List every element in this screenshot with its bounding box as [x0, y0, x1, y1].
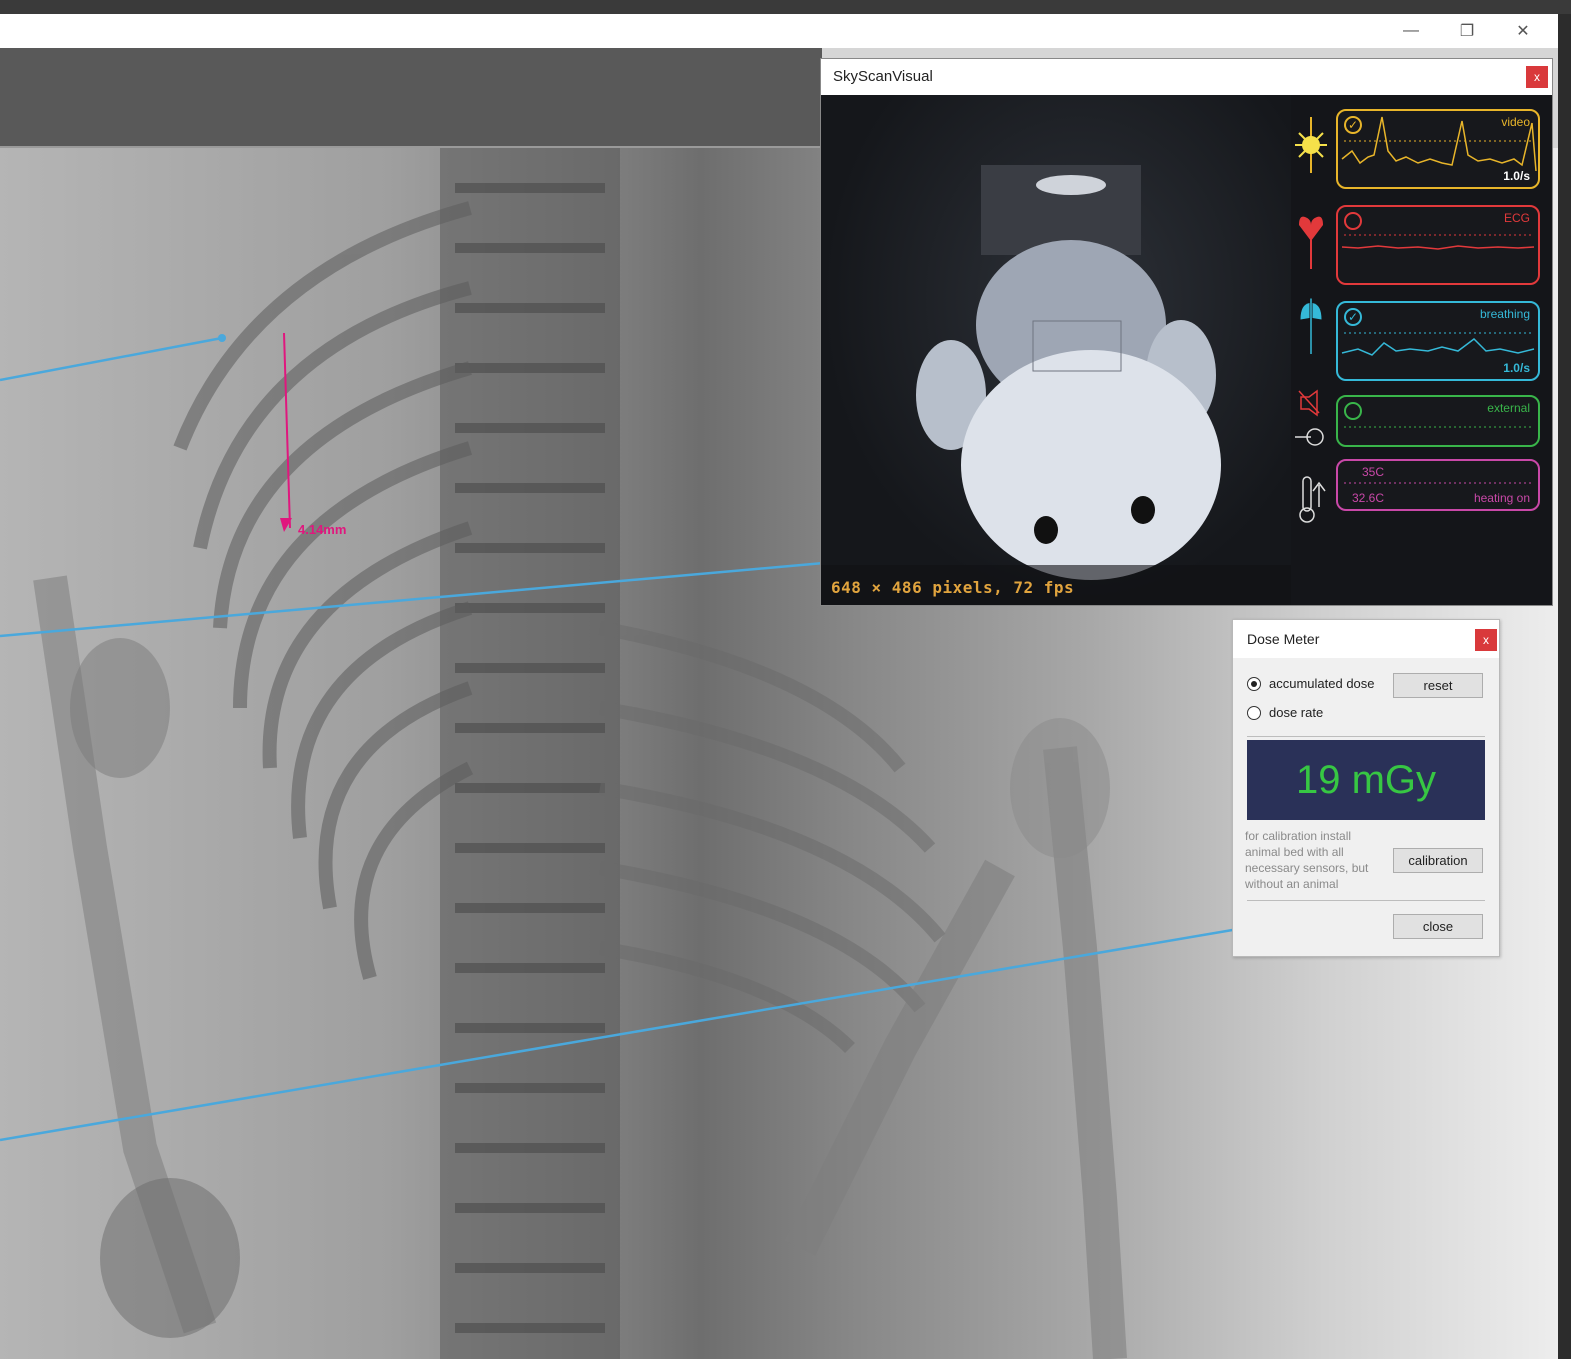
skyscan-close-button[interactable]: x [1526, 66, 1548, 88]
external-waveform [1344, 426, 1534, 428]
mouse-eye-right [1131, 496, 1155, 524]
mouse-image [821, 165, 1291, 605]
breathing-rate: 1.0/s [1503, 361, 1530, 375]
reset-button[interactable]: reset [1393, 673, 1483, 698]
minimize-button[interactable]: — [1388, 14, 1434, 48]
close-window-button[interactable]: ✕ [1500, 14, 1546, 48]
sun-icon [1295, 117, 1327, 173]
measurement-label: 4.14mm [298, 522, 347, 537]
dose-meter-titlebar[interactable]: Dose Meter x [1233, 620, 1499, 658]
dose-meter-window: Dose Meter x accumulated dose dose rate … [1232, 619, 1500, 957]
radio-dose-rate-indicator[interactable] [1247, 705, 1261, 720]
shoulder-joint-left [70, 638, 170, 778]
panel-video[interactable]: ✓ video 1.0/s [1336, 109, 1540, 189]
thermometer-icon [1299, 476, 1326, 523]
skyscan-titlebar[interactable]: SkyScanVisual x [821, 59, 1552, 95]
window-top-frame [0, 0, 1571, 14]
radio-accumulated-dose[interactable]: accumulated dose [1247, 676, 1375, 691]
dose-close-button[interactable]: close [1393, 914, 1483, 939]
ecg-waveform [1341, 234, 1535, 250]
calibration-note: for calibration install animal bed with … [1245, 829, 1369, 891]
radio-accumulated-indicator[interactable] [1247, 676, 1261, 691]
shoulder-joint-right [1010, 718, 1110, 858]
radio-accumulated-label: accumulated dose [1269, 676, 1375, 691]
dose-value: 19 mGy [1295, 757, 1437, 802]
panel-breathing[interactable]: ✓ breathing 1.0/s [1336, 301, 1540, 381]
skyscan-title: SkyScanVisual [833, 68, 933, 85]
pelvis-joint [100, 1178, 240, 1338]
mouse-head [961, 350, 1221, 580]
restore-button[interactable]: ❐ [1444, 14, 1490, 48]
dose-separator-bottom [1247, 900, 1485, 901]
dose-display: 19 mGy [1247, 740, 1485, 820]
dose-meter-title: Dose Meter [1247, 631, 1320, 647]
calibration-button[interactable]: calibration [1393, 848, 1483, 873]
holder-highlight [1036, 175, 1106, 195]
skyscan-visual-window: SkyScanVisual x 648 × 486 pixels, 72 fps [820, 58, 1553, 606]
main-window-titlebar: — ❐ ✕ [0, 14, 1558, 48]
ribs-right [598, 621, 946, 1053]
spine-shadow [440, 148, 620, 1359]
trigger-icon [1295, 389, 1324, 446]
camera-view: 648 × 486 pixels, 72 fps [821, 95, 1291, 605]
panel-temperature[interactable]: 35C 32.6C heating on [1336, 459, 1540, 511]
heart-icon [1299, 216, 1323, 269]
dose-separator-top [1247, 736, 1485, 737]
toolbar-area [0, 48, 822, 148]
dose-meter-close-button[interactable]: x [1475, 629, 1497, 651]
panel-external[interactable]: external [1336, 395, 1540, 447]
ribs-left [173, 201, 474, 980]
temperature-status: heating on [1473, 491, 1530, 505]
lungs-icon [1300, 298, 1322, 354]
camera-info: 648 × 486 pixels, 72 fps [831, 578, 1075, 597]
temperature-current: 32.6C [1352, 491, 1385, 505]
panel-ecg[interactable]: ECG [1336, 205, 1540, 285]
radio-dose-rate-label: dose rate [1269, 705, 1324, 720]
radio-dose-rate[interactable]: dose rate [1247, 705, 1323, 720]
window-right-edge [1558, 14, 1571, 1359]
video-rate: 1.0/s [1503, 169, 1530, 183]
mouse-eye-left [1034, 516, 1058, 544]
